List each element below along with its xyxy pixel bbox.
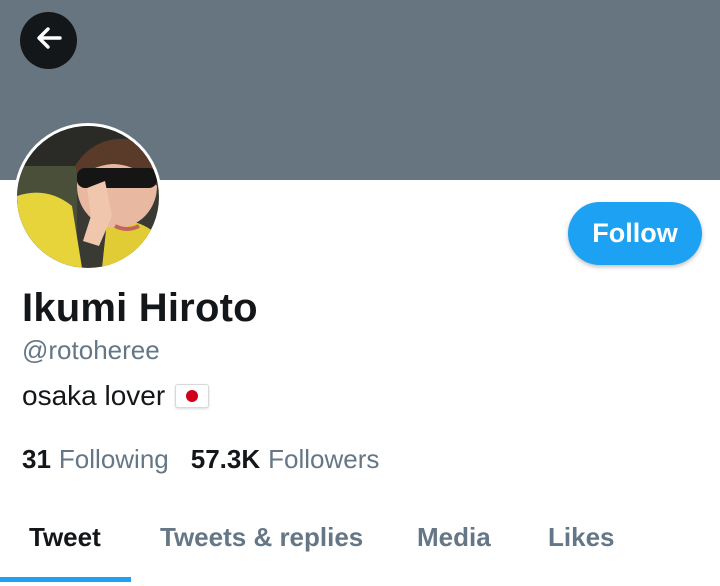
followers-stat[interactable]: 57.3K Followers <box>191 444 380 475</box>
display-name: Ikumi Hiroto <box>22 286 258 330</box>
followers-label: Followers <box>268 444 380 474</box>
arrow-left-icon <box>34 23 64 58</box>
follow-button[interactable]: Follow <box>568 202 702 265</box>
back-button[interactable] <box>20 12 77 69</box>
avatar[interactable] <box>17 126 159 268</box>
japan-flag-icon <box>175 384 210 408</box>
following-stat[interactable]: 31 Following <box>22 444 169 475</box>
tab-media[interactable]: Media <box>417 522 491 553</box>
bio-text: osaka lover <box>22 380 166 411</box>
profile-tabs: Tweet Tweets & replies Media Likes <box>0 505 720 586</box>
tab-tweets-replies[interactable]: Tweets & replies <box>160 522 363 553</box>
active-tab-indicator <box>0 577 131 582</box>
following-label: Following <box>58 444 169 474</box>
followers-count: 57.3K <box>190 444 261 474</box>
following-count: 31 <box>22 444 51 474</box>
profile-stats: 31 Following 57.3K Followers <box>22 444 379 475</box>
tab-likes[interactable]: Likes <box>548 522 615 553</box>
bio: osaka lover <box>22 380 210 412</box>
user-handle: @rotoheree <box>22 335 160 365</box>
tab-tweet[interactable]: Tweet <box>29 522 101 553</box>
